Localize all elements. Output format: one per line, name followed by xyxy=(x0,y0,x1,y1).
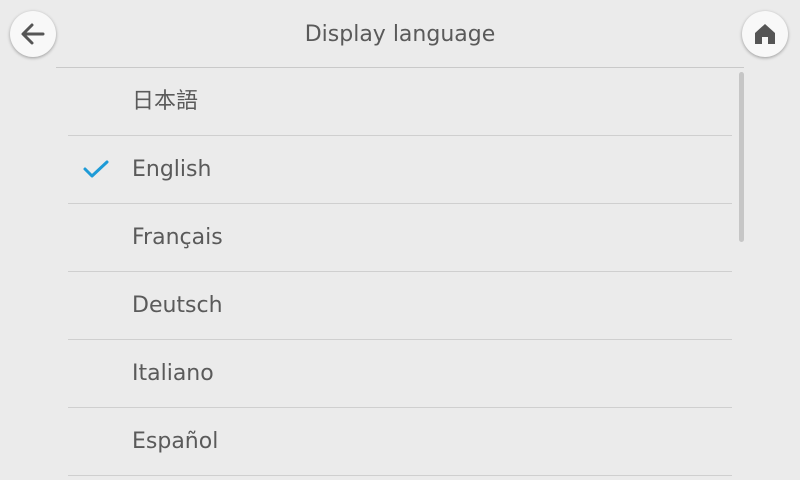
checkmark-icon xyxy=(83,160,109,178)
language-item-german[interactable]: Deutsch xyxy=(68,272,732,340)
language-item-japanese[interactable]: 日本語 xyxy=(68,68,732,136)
language-item-english[interactable]: English xyxy=(68,136,732,204)
language-item-spanish[interactable]: Español xyxy=(68,408,732,476)
scrollbar[interactable] xyxy=(739,72,744,242)
language-label: Español xyxy=(132,429,219,454)
language-item-italian[interactable]: Italiano xyxy=(68,340,732,408)
home-icon xyxy=(755,24,775,44)
home-button[interactable] xyxy=(742,11,788,57)
language-label: English xyxy=(132,157,212,182)
language-label: Italiano xyxy=(132,361,214,386)
language-label: 日本語 xyxy=(132,89,199,114)
header-bar: Display language xyxy=(0,0,800,68)
language-item-french[interactable]: Français xyxy=(68,204,732,272)
language-label: Français xyxy=(132,225,223,250)
back-button[interactable] xyxy=(10,11,56,57)
language-list: 日本語 English Français Deutsch Italiano Es… xyxy=(68,68,732,476)
page-title: Display language xyxy=(304,22,496,47)
language-label: Deutsch xyxy=(132,293,223,318)
arrow-left-icon xyxy=(21,23,45,45)
